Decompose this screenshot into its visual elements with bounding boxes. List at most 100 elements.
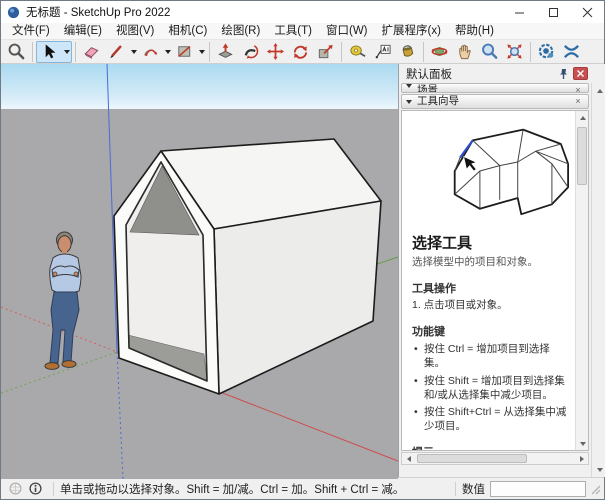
info-icon[interactable]: [27, 481, 43, 497]
instructor-horizontal-scrollbar[interactable]: [401, 452, 589, 465]
instructor-illustration: [416, 117, 575, 225]
push-pull-icon[interactable]: [213, 41, 238, 63]
hscroll-thumb[interactable]: [417, 454, 527, 463]
list-item: 按住 Shift = 增加项目到选择集和/或从选择集中减少项目。: [412, 374, 569, 402]
pin-icon[interactable]: [556, 67, 570, 81]
scale-tool-icon[interactable]: [313, 41, 338, 63]
section-title-modifiers: 功能键: [412, 323, 569, 339]
resize-grip[interactable]: [588, 480, 602, 498]
menu-edit[interactable]: 编辑(E): [57, 23, 109, 39]
rectangle-tool-icon[interactable]: [172, 41, 197, 63]
eraser-icon[interactable]: [79, 41, 104, 63]
minimize-button[interactable]: [502, 1, 536, 23]
orbit-tool-icon[interactable]: [427, 41, 452, 63]
toolbar-separator: [423, 42, 424, 62]
sketchup-window: 无标题 - SketchUp Pro 2022 文件(F) 编辑(E) 视图(V…: [0, 0, 605, 500]
collapse-arrow-icon: [406, 84, 412, 88]
scroll-thumb[interactable]: [577, 127, 587, 185]
menu-camera[interactable]: 相机(C): [161, 23, 214, 39]
toolbar-separator: [341, 42, 342, 62]
toolbar-separator: [75, 42, 76, 62]
pan-tool-icon[interactable]: [452, 41, 477, 63]
person-shoe-right: [62, 361, 76, 368]
select-tool-icon[interactable]: [37, 41, 62, 63]
rotate-tool-icon[interactable]: [288, 41, 313, 63]
person-shoe-left: [45, 363, 59, 370]
status-message: 单击或拖动以选择对象。Shift = 加/减。Ctrl = 加。Shift + …: [60, 481, 404, 497]
arc-dropdown-icon[interactable]: [163, 41, 172, 63]
menu-extensions[interactable]: 扩展程序(x): [375, 23, 448, 39]
instructor-header-label: 工具向导: [417, 95, 572, 108]
text-tool-icon[interactable]: [370, 41, 395, 63]
scroll-left-icon[interactable]: [402, 453, 415, 464]
toolbar-separator: [32, 42, 33, 62]
tray-scroll-down-icon[interactable]: [592, 463, 605, 476]
collapse-arrow-icon: [406, 100, 412, 104]
title-bar: 无标题 - SketchUp Pro 2022: [1, 1, 604, 23]
geolocation-icon[interactable]: [7, 481, 23, 497]
menu-file[interactable]: 文件(F): [5, 23, 57, 39]
rectangle-dropdown-icon[interactable]: [197, 41, 206, 63]
maximize-button[interactable]: [536, 1, 570, 23]
menu-bar: 文件(F) 编辑(E) 视图(V) 相机(C) 绘图(R) 工具(T) 窗口(W…: [1, 23, 604, 40]
section-title-tips: 提示: [412, 444, 569, 450]
instructor-heading: 选择工具: [412, 232, 569, 253]
line-dropdown-icon[interactable]: [129, 41, 138, 63]
list-item: 按住 Ctrl = 增加项目到选择集。: [412, 342, 569, 370]
tape-measure-icon[interactable]: [345, 41, 370, 63]
scroll-down-icon[interactable]: [576, 437, 589, 450]
panel-section-scenes[interactable]: 场景 ×: [401, 83, 589, 93]
tray-close-button[interactable]: [573, 67, 588, 80]
measurement-label: 数值: [462, 481, 485, 497]
panel-section-close-icon[interactable]: ×: [572, 95, 584, 108]
follow-me-icon[interactable]: [238, 41, 263, 63]
extension-a-icon[interactable]: [534, 41, 559, 63]
menu-draw[interactable]: 绘图(R): [214, 23, 267, 39]
instructor-panel: 选择工具 选择模型中的项目和对象。 工具操作 1. 点击项目或对象。 功能键 按…: [401, 110, 589, 451]
zoom-tool-icon[interactable]: [477, 41, 502, 63]
section-operation-step: 1. 点击项目或对象。: [412, 298, 569, 312]
instructor-subtitle: 选择模型中的项目和对象。: [412, 254, 569, 269]
tray-scrollbar[interactable]: [591, 83, 605, 477]
modifier-list: 按住 Ctrl = 增加项目到选择集。 按住 Shift = 增加项目到选择集和…: [412, 342, 569, 433]
toolbar: [1, 40, 604, 64]
list-item: 按住 Shift+Ctrl = 从选择集中减少项目。: [412, 405, 569, 433]
panel-section-scenes-label: 场景: [417, 84, 572, 93]
menu-view[interactable]: 视图(V): [109, 23, 161, 39]
status-bar: 单击或拖动以选择对象。Shift = 加/减。Ctrl = 加。Shift + …: [1, 477, 604, 499]
app-icon: [7, 6, 20, 19]
select-tool-active: [36, 41, 72, 63]
panel-section-instructor[interactable]: 工具向导 ×: [401, 94, 589, 109]
default-tray: 默认面板 场景 × 工具向导 ×: [398, 64, 605, 477]
close-button[interactable]: [570, 1, 604, 23]
panel-section-close-icon[interactable]: ×: [572, 84, 584, 93]
scroll-right-icon[interactable]: [575, 453, 588, 464]
line-tool-icon[interactable]: [104, 41, 129, 63]
person-head: [58, 236, 71, 252]
tray-header: 默认面板: [399, 64, 591, 83]
menu-window[interactable]: 窗口(W): [319, 23, 375, 39]
window-title: 无标题 - SketchUp Pro 2022: [26, 4, 170, 20]
tray-title: 默认面板: [406, 66, 556, 82]
statusbar-divider: [53, 482, 54, 496]
toolbar-separator: [530, 42, 531, 62]
section-title-operation: 工具操作: [412, 280, 569, 296]
tray-scroll-up-icon[interactable]: [592, 84, 605, 97]
toolbar-separator: [209, 42, 210, 62]
model-viewport[interactable]: [1, 64, 398, 477]
select-dropdown-icon[interactable]: [62, 41, 71, 63]
zoom-extents-icon[interactable]: [502, 41, 527, 63]
extension-b-icon[interactable]: [559, 41, 584, 63]
arc-tool-icon[interactable]: [138, 41, 163, 63]
instructor-scrollbar[interactable]: [575, 111, 588, 450]
move-tool-icon[interactable]: [263, 41, 288, 63]
statusbar-divider: [455, 482, 456, 496]
instructor-content: 选择工具 选择模型中的项目和对象。 工具操作 1. 点击项目或对象。 功能键 按…: [402, 111, 575, 450]
menu-help[interactable]: 帮助(H): [448, 23, 501, 39]
sky: [1, 64, 398, 109]
menu-tools[interactable]: 工具(T): [267, 23, 319, 39]
zoom-window-icon[interactable]: [4, 41, 29, 63]
scroll-up-icon[interactable]: [576, 111, 589, 124]
measurement-input[interactable]: [490, 481, 586, 497]
paint-bucket-icon[interactable]: [395, 41, 420, 63]
